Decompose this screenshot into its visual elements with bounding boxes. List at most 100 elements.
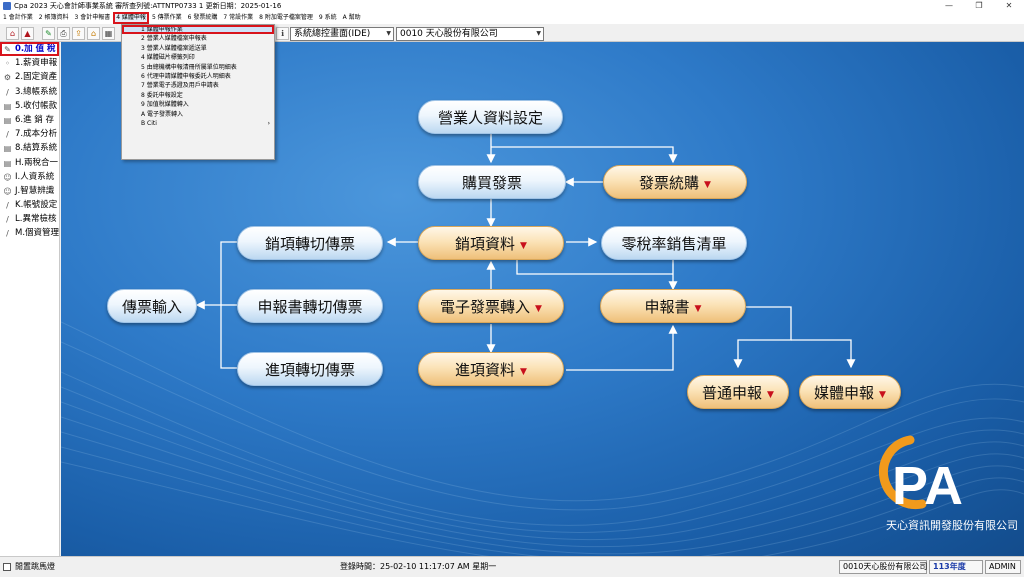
window-title: Cpa 2023 天心會計師事業系統 審所查列號:ATTNTP0733 1 更新… xyxy=(14,2,282,10)
dropdown-item-delegate-settings[interactable]: 8 委託申報設定 xyxy=(122,91,274,100)
sidebar-item-hr[interactable]: ☺ I.人資系統 xyxy=(0,170,59,184)
menu-help[interactable]: A 幫助 xyxy=(340,12,364,24)
pen-icon: / xyxy=(6,201,9,211)
dropdown-item-citi-label: B Citi xyxy=(141,119,157,127)
person-icon: ☺ xyxy=(3,172,12,182)
mode-select-value: 系統總控畫面(IDE) xyxy=(294,29,371,39)
sidebar-item-label: 3.總帳系統 xyxy=(15,86,58,97)
flow-normal-report[interactable]: 普通申報 ▼ xyxy=(687,375,789,409)
sidebar-item-cost-analysis[interactable]: / 7.成本分析 xyxy=(0,127,59,141)
sidebar-item-inventory[interactable]: ▤ 6.進 銷 存 xyxy=(0,113,59,127)
sidebar-item-label: 6.進 銷 存 xyxy=(15,114,55,125)
chevron-down-icon: ▼ xyxy=(536,30,541,37)
flow-purchase-data[interactable]: 進項資料 ▼ xyxy=(418,352,564,386)
pen-icon: ✎ xyxy=(4,45,11,54)
sidebar-item-integrated-tax[interactable]: ▤ H.兩稅合一 xyxy=(0,156,59,170)
pen-icon: / xyxy=(6,215,9,225)
sidebar-item-vat[interactable]: ✎ 0.加 值 稅 xyxy=(0,42,59,57)
flow-report-voucher[interactable]: 申報書轉切傳票 xyxy=(237,289,383,323)
info-icon[interactable]: ℹ xyxy=(276,27,289,40)
menu-system[interactable]: 9 系統 xyxy=(316,12,340,24)
flow-report[interactable]: 申報書 ▼ xyxy=(600,289,746,323)
menu-media-report[interactable]: 4 媒體申報 xyxy=(113,12,149,24)
house-icon[interactable]: ⌂ xyxy=(87,27,100,40)
pen-icon: / xyxy=(6,87,9,97)
chevron-down-icon: ▼ xyxy=(386,30,391,37)
dropdown-item-media-file-delivery[interactable]: 3 營業人媒體檔案遞送單 xyxy=(122,44,274,53)
sidebar-item-receivables[interactable]: ▤ 5.收付帳款 xyxy=(0,99,59,113)
chevron-right-icon: › xyxy=(267,119,270,127)
close-button[interactable]: ✕ xyxy=(994,0,1024,12)
sidebar-item-label: 5.收付帳款 xyxy=(15,100,58,111)
menu-voucher[interactable]: 5 傳票作業 xyxy=(149,12,185,24)
title-bar: Cpa 2023 天心會計師事業系統 審所查列號:ATTNTP0733 1 更新… xyxy=(0,0,1024,12)
dropdown-item-citi[interactable]: B Citi › xyxy=(122,119,274,128)
dropdown-item-disk-label[interactable]: 4 媒體磁片標籤列印 xyxy=(122,53,274,62)
maximize-button[interactable]: ❐ xyxy=(964,0,994,12)
sidebar-item-label: I.人資系統 xyxy=(15,171,55,182)
dropdown-item-branch-list[interactable]: 5 由總機構申報清冊所屬單位明細表 xyxy=(122,63,274,72)
tool-icon[interactable]: ✎ xyxy=(42,27,55,40)
doc-icon: ▤ xyxy=(3,158,12,168)
sidebar-item-privacy[interactable]: / M.個資管理 xyxy=(0,226,59,240)
dropdown-item-e-cert[interactable]: 7 營業電子憑證及用戶申請表 xyxy=(122,81,274,90)
home-icon[interactable]: ⌂ xyxy=(6,27,19,40)
sidebar-item-label: 7.成本分析 xyxy=(15,129,58,140)
menu-common[interactable]: 7 常設作業 xyxy=(220,12,256,24)
dropdown-triangle-icon: ▼ xyxy=(535,304,542,314)
building-icon[interactable]: ▲ xyxy=(21,27,34,40)
doc-icon: ▤ xyxy=(3,101,12,111)
sidebar-item-payroll[interactable]: ◦ 1.薪資申報 xyxy=(0,56,59,70)
flow-buy-invoice[interactable]: 購買發票 xyxy=(418,165,566,199)
status-year: 113年度 xyxy=(929,560,983,574)
sidebar-item-general-ledger[interactable]: / 3.總帳系統 xyxy=(0,85,59,99)
dropdown-item-media-report-job[interactable]: 1 媒體申報作業 xyxy=(122,25,274,35)
menu-invoice-purchase[interactable]: 6 發票統購 xyxy=(185,12,221,24)
dropdown-triangle-icon: ▼ xyxy=(520,241,527,251)
dropdown-triangle-icon: ▼ xyxy=(767,390,774,400)
sidebar-item-label: K.帳號設定 xyxy=(15,200,58,211)
menu-ledger[interactable]: 2 帳簿資料 xyxy=(36,12,72,24)
sidebar-item-label: L.異常檢核 xyxy=(15,214,57,225)
company-select[interactable]: 0010 天心股份有限公司 ▼ xyxy=(396,27,544,41)
dropdown-item-einvoice-import[interactable]: A 電子發票轉入 xyxy=(122,110,274,119)
calendar-icon[interactable]: ▦ xyxy=(102,27,115,40)
dropdown-triangle-icon: ▼ xyxy=(879,390,886,400)
flow-voucher-input[interactable]: 傳票輸入 xyxy=(107,289,197,323)
flow-einvoice-import[interactable]: 電子發票轉入 ▼ xyxy=(418,289,564,323)
sidebar-item-label: 1.薪資申報 xyxy=(15,58,58,69)
export-icon[interactable]: ⇪ xyxy=(72,27,85,40)
flow-media-report[interactable]: 媒體申報 ▼ xyxy=(799,375,901,409)
sidebar-item-fixed-assets[interactable]: ⚙ 2.固定資產 xyxy=(0,70,59,84)
dropdown-item-media-file-report[interactable]: 2 營業人媒體檔案申報表 xyxy=(122,34,274,43)
flow-media-report-label: 媒體申報 xyxy=(814,384,875,402)
dropdown-triangle-icon: ▼ xyxy=(694,304,702,314)
dropdown-item-vat-import[interactable]: 9 加值稅媒體轉入 xyxy=(122,100,274,109)
dropdown-item-agent-list[interactable]: 6 代理申請媒體申報委託人明細表 xyxy=(122,72,274,81)
flow-einvoice-import-label: 電子發票轉入 xyxy=(440,298,531,316)
flow-zero-tax-list[interactable]: 零稅率銷售清單 xyxy=(601,226,747,260)
sidebar-item-account-settings[interactable]: / K.帳號設定 xyxy=(0,198,59,212)
mode-select[interactable]: 系統總控畫面(IDE) ▼ xyxy=(290,27,394,41)
logo-text: PA xyxy=(892,456,963,516)
printer-icon[interactable]: ⎙ xyxy=(57,27,70,40)
idle-marquee-checkbox[interactable] xyxy=(3,563,11,571)
login-time: 登錄時間：25-02-10 11:17:07 AM 星期一 xyxy=(340,562,497,571)
flow-sales-voucher[interactable]: 銷項轉切傳票 xyxy=(237,226,383,260)
flow-sales-data[interactable]: 銷項資料 ▼ xyxy=(418,226,564,260)
flow-invoice-purchase[interactable]: 發票統購 ▼ xyxy=(603,165,747,199)
menu-accounting[interactable]: 1 會計作業 xyxy=(0,12,36,24)
sidebar-item-anomaly-check[interactable]: / L.異常檢核 xyxy=(0,212,59,226)
sidebar-item-settlement[interactable]: ▤ 8.結算系統 xyxy=(0,141,59,155)
menu-report-forms[interactable]: 3 會計申報書 xyxy=(71,12,113,24)
flow-biz-setup[interactable]: 營業人資料設定 xyxy=(418,100,563,134)
status-company: 0010天心股份有限公司 xyxy=(839,560,927,574)
minimize-button[interactable]: — xyxy=(934,0,964,12)
doc-icon: ▤ xyxy=(3,144,12,154)
sidebar-item-label: 2.固定資產 xyxy=(15,72,58,83)
doc-icon: ▤ xyxy=(3,115,12,125)
sidebar: ✎ 0.加 值 稅 ◦ 1.薪資申報 ⚙ 2.固定資產 /3.總帳系統 ▤ 5.收付帳款… xyxy=(0,42,60,556)
flow-purchase-voucher[interactable]: 進項轉切傳票 xyxy=(237,352,383,386)
sidebar-item-smart-recognition[interactable]: ☺ J.智慧辨識 xyxy=(0,184,59,198)
menu-attachments[interactable]: 8 附加電子檔案管理 xyxy=(256,12,316,24)
